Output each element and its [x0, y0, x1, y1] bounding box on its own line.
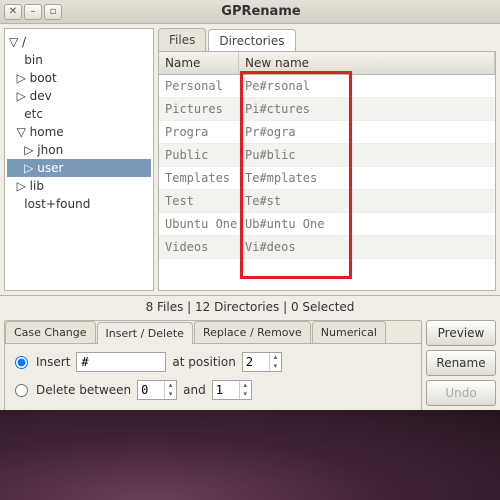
tab-directories[interactable]: Directories	[208, 29, 295, 52]
tree-item[interactable]: ▽ home	[7, 123, 151, 141]
table-row[interactable]: PublicPu#blic	[159, 144, 495, 167]
tree-item[interactable]: etc	[7, 105, 151, 123]
status-bar: 8 Files | 12 Directories | 0 Selected	[0, 296, 500, 318]
cell-name: Public	[159, 144, 239, 166]
delete-start-value[interactable]	[138, 381, 164, 399]
tree-item[interactable]: lost+found	[7, 195, 151, 213]
col-newname[interactable]: New name	[239, 52, 495, 74]
window-close-button[interactable]: ✕	[4, 4, 22, 20]
delete-between-label: Delete between	[36, 383, 131, 397]
table-row[interactable]: VideosVi#deos	[159, 236, 495, 259]
tree-item[interactable]: ▽ /	[7, 33, 151, 51]
tab-numerical[interactable]: Numerical	[312, 321, 386, 343]
cell-name: Templates	[159, 167, 239, 189]
position-value[interactable]	[243, 353, 269, 371]
tree-item[interactable]: ▷ jhon	[7, 141, 151, 159]
tab-insert-delete[interactable]: Insert / Delete	[97, 322, 193, 344]
cell-name: Progra	[159, 121, 239, 143]
cell-name: Pictures	[159, 98, 239, 120]
table-row[interactable]: PrograPr#ogra	[159, 121, 495, 144]
tab-replace-remove[interactable]: Replace / Remove	[194, 321, 311, 343]
cell-newname: Pi#ctures	[239, 98, 495, 120]
cell-newname: Pu#blic	[239, 144, 495, 166]
cell-newname: Ub#untu One	[239, 213, 495, 235]
table-row[interactable]: TemplatesTe#mplates	[159, 167, 495, 190]
window-minimize-button[interactable]: –	[24, 4, 42, 20]
cell-newname: Pr#ogra	[239, 121, 495, 143]
radio-insert[interactable]	[15, 356, 28, 369]
spin-down-icon[interactable]: ▾	[240, 390, 251, 399]
cell-newname: Pe#rsonal	[239, 75, 495, 97]
table-row[interactable]: PicturesPi#ctures	[159, 98, 495, 121]
undo-button[interactable]: Undo	[426, 380, 496, 406]
window-title: GPRename	[62, 4, 500, 19]
col-name[interactable]: Name	[159, 52, 239, 74]
at-position-label: at position	[172, 355, 235, 369]
tab-files[interactable]: Files	[158, 28, 206, 51]
position-spinner[interactable]: ▴▾	[242, 352, 282, 372]
cell-newname: Te#st	[239, 190, 495, 212]
folder-tree[interactable]: ▽ / bin ▷ boot ▷ dev etc ▽ home ▷ jhon ▷…	[4, 28, 154, 291]
tree-item[interactable]: ▷ user	[7, 159, 151, 177]
rename-button[interactable]: Rename	[426, 350, 496, 376]
delete-start-spinner[interactable]: ▴▾	[137, 380, 177, 400]
table-row[interactable]: Ubuntu OneUb#untu One	[159, 213, 495, 236]
cell-newname: Vi#deos	[239, 236, 495, 258]
table-row[interactable]: TestTe#st	[159, 190, 495, 213]
file-grid[interactable]: Name New name PersonalPe#rsonalPicturesP…	[158, 51, 496, 291]
tab-case-change[interactable]: Case Change	[5, 321, 96, 343]
titlebar: ✕ – ▫ GPRename	[0, 0, 500, 24]
cell-name: Test	[159, 190, 239, 212]
spin-down-icon[interactable]: ▾	[270, 362, 281, 371]
tree-item[interactable]: ▷ dev	[7, 87, 151, 105]
tree-item[interactable]: bin	[7, 51, 151, 69]
radio-delete[interactable]	[15, 384, 28, 397]
spin-up-icon[interactable]: ▴	[240, 381, 251, 390]
desktop-background	[0, 410, 500, 500]
tree-item[interactable]: ▷ lib	[7, 177, 151, 195]
tree-item[interactable]: ▷ boot	[7, 69, 151, 87]
insert-text-input[interactable]	[76, 352, 166, 372]
insert-label: Insert	[36, 355, 70, 369]
preview-button[interactable]: Preview	[426, 320, 496, 346]
cell-name: Ubuntu One	[159, 213, 239, 235]
spin-up-icon[interactable]: ▴	[165, 381, 176, 390]
and-label: and	[183, 383, 206, 397]
spin-up-icon[interactable]: ▴	[270, 353, 281, 362]
cell-name: Videos	[159, 236, 239, 258]
delete-end-value[interactable]	[213, 381, 239, 399]
table-row[interactable]: PersonalPe#rsonal	[159, 75, 495, 98]
spin-down-icon[interactable]: ▾	[165, 390, 176, 399]
cell-newname: Te#mplates	[239, 167, 495, 189]
delete-end-spinner[interactable]: ▴▾	[212, 380, 252, 400]
window-maximize-button[interactable]: ▫	[44, 4, 62, 20]
cell-name: Personal	[159, 75, 239, 97]
